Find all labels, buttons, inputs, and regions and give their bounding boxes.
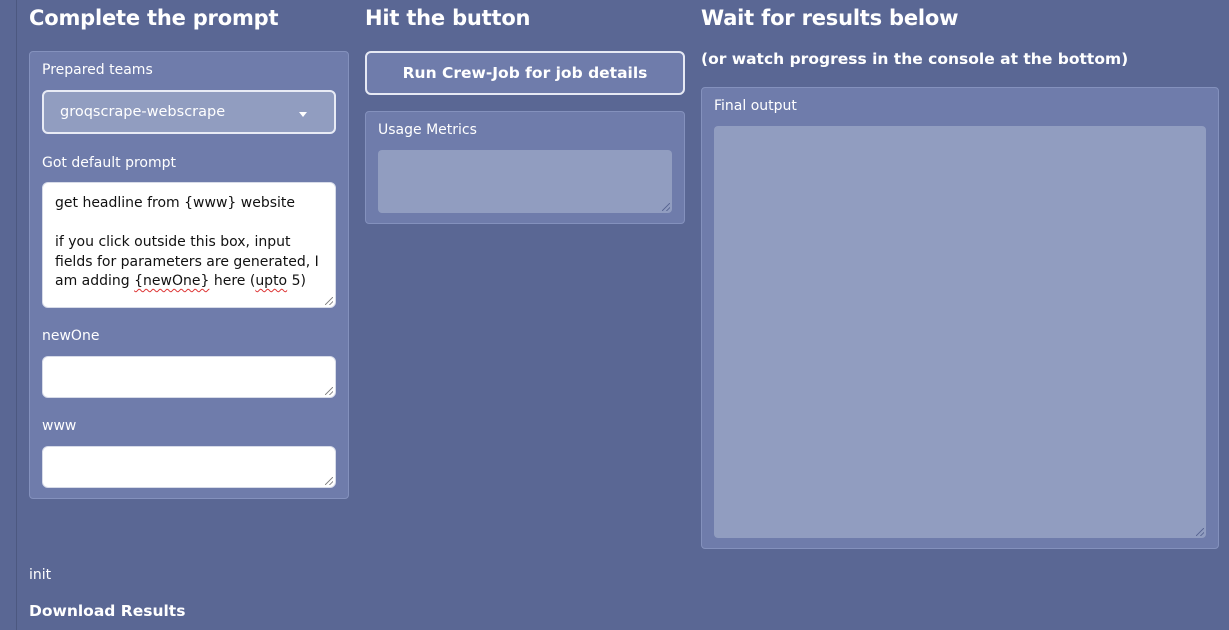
resize-grip-icon[interactable] xyxy=(325,297,333,305)
resize-grip-icon[interactable] xyxy=(325,477,333,485)
prompt-line-1: get headline from {www} website xyxy=(55,195,295,211)
param-newone-input[interactable] xyxy=(42,356,336,398)
resize-grip-icon[interactable] xyxy=(1196,528,1204,536)
final-output-label: Final output xyxy=(714,98,797,114)
right-column-subtitle: (or watch progress in the console at the… xyxy=(701,50,1129,68)
prompt-line-2-end: 5) xyxy=(287,273,306,289)
left-column-title: Complete the prompt xyxy=(29,6,279,30)
teams-dropdown[interactable]: groqscrape-webscrape xyxy=(42,90,336,134)
resize-grip-icon[interactable] xyxy=(662,203,670,211)
prompt-spellcheck-word-newone: {newOne} xyxy=(134,273,210,289)
status-text: init xyxy=(29,567,52,583)
param-newone-label: newOne xyxy=(42,328,100,344)
teams-label: Prepared teams xyxy=(42,62,153,78)
usage-metrics-textarea[interactable] xyxy=(378,150,672,213)
usage-metrics-label: Usage Metrics xyxy=(378,122,477,138)
prompt-textarea[interactable]: get headline from {www} website if you c… xyxy=(42,182,336,308)
download-results-heading: Download Results xyxy=(29,602,186,620)
chevron-down-icon xyxy=(299,112,307,117)
prompt-spellcheck-word-upto: upto xyxy=(255,273,288,289)
param-www-label: www xyxy=(42,418,77,434)
teams-selected-value: groqscrape-webscrape xyxy=(60,104,226,120)
prompt-line-2-middle: here ( xyxy=(209,273,256,289)
prompt-label: Got default prompt xyxy=(42,155,176,171)
page-left-border xyxy=(16,0,17,630)
run-crew-job-button[interactable]: Run Crew-Job for job details xyxy=(365,51,685,95)
middle-column-title: Hit the button xyxy=(365,6,531,30)
right-column-title: Wait for results below xyxy=(701,6,959,30)
param-www-input[interactable] xyxy=(42,446,336,488)
prompt-text: get headline from {www} website if you c… xyxy=(55,194,331,292)
final-output-textarea[interactable] xyxy=(714,126,1206,538)
resize-grip-icon[interactable] xyxy=(325,387,333,395)
